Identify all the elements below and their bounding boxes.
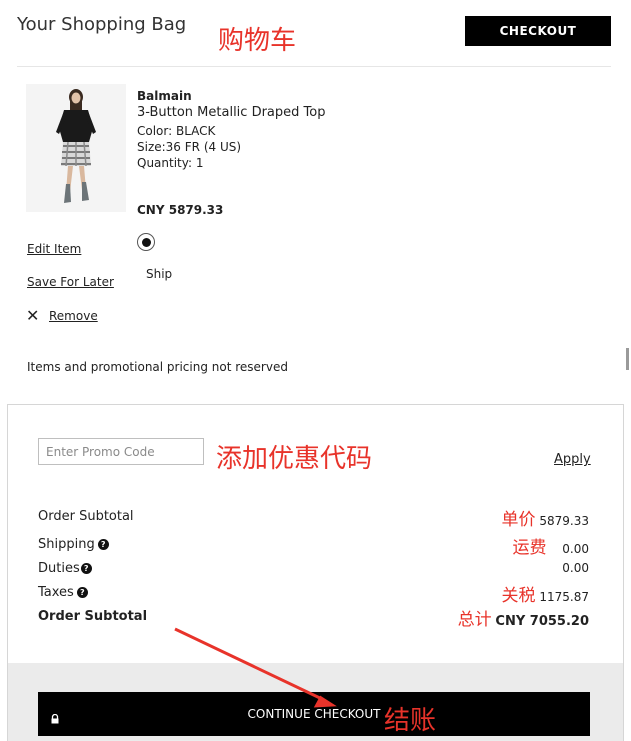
shipping-value: 0.00	[562, 542, 589, 556]
summary-value-total: 总计 CNY 7055.20	[458, 605, 589, 630]
summary-value-subtotal: 单价 5879.33	[502, 505, 589, 530]
continue-checkout-button[interactable]: CONTINUE CHECKOUT	[38, 692, 590, 736]
annotation-promo: 添加优惠代码	[216, 444, 373, 474]
reservation-notice: Items and promotional pricing not reserv…	[27, 360, 288, 374]
total-value: CNY 7055.20	[495, 614, 589, 629]
product-color: Color: BLACK	[137, 124, 216, 138]
subtotal-value: 5879.33	[539, 514, 589, 528]
summary-label-subtotal: Order Subtotal	[38, 509, 134, 524]
promo-code-input[interactable]	[38, 438, 204, 465]
product-price: CNY 5879.33	[137, 203, 224, 217]
product-size: Size:36 FR (4 US)	[137, 140, 242, 154]
question-circle-icon[interactable]: ?	[97, 539, 109, 550]
summary-label-taxes: Taxes?	[38, 585, 88, 600]
annotation-taxes: 关税	[501, 586, 536, 606]
summary-value-taxes: 关税 1175.87	[502, 581, 589, 606]
save-for-later-link[interactable]: Save For Later	[27, 275, 114, 289]
summary-label-duties: Duties?	[38, 561, 92, 576]
summary-value-shipping: 运费 0.00	[512, 533, 589, 558]
header-divider	[17, 66, 611, 67]
annotation-total: 总计	[457, 610, 492, 630]
edit-item-link[interactable]: Edit Item	[27, 242, 81, 256]
product-name: 3-Button Metallic Draped Top	[137, 105, 326, 120]
apply-promo-link[interactable]: Apply	[554, 452, 591, 467]
page-title: Your Shopping Bag	[17, 14, 187, 35]
scrollbar-thumb[interactable]	[626, 348, 629, 370]
annotation-cart: 购物车	[218, 26, 297, 56]
taxes-value: 1175.87	[539, 590, 589, 604]
close-icon[interactable]: ✕	[26, 308, 39, 324]
product-quantity: Quantity: 1	[137, 156, 204, 170]
summary-value-duties: 0.00	[562, 561, 589, 575]
ship-radio[interactable]	[137, 233, 155, 251]
ship-radio-selected-dot	[141, 237, 151, 247]
annotation-unit-price: 单价	[501, 510, 536, 530]
product-brand: Balmain	[137, 89, 192, 103]
annotation-checkout: 结账	[384, 706, 437, 736]
product-image[interactable]	[26, 84, 126, 212]
checkout-button-top[interactable]: CHECKOUT	[465, 16, 611, 46]
remove-link[interactable]: Remove	[49, 309, 98, 323]
question-circle-icon[interactable]: ?	[80, 563, 92, 574]
duties-value: 0.00	[562, 561, 589, 575]
summary-label-total: Order Subtotal	[38, 609, 148, 624]
question-circle-icon[interactable]: ?	[76, 587, 88, 598]
summary-label-shipping: Shipping?	[38, 537, 109, 552]
annotation-shipping: 运费	[512, 538, 547, 558]
lock-icon	[50, 709, 60, 724]
ship-label: Ship	[146, 267, 173, 281]
